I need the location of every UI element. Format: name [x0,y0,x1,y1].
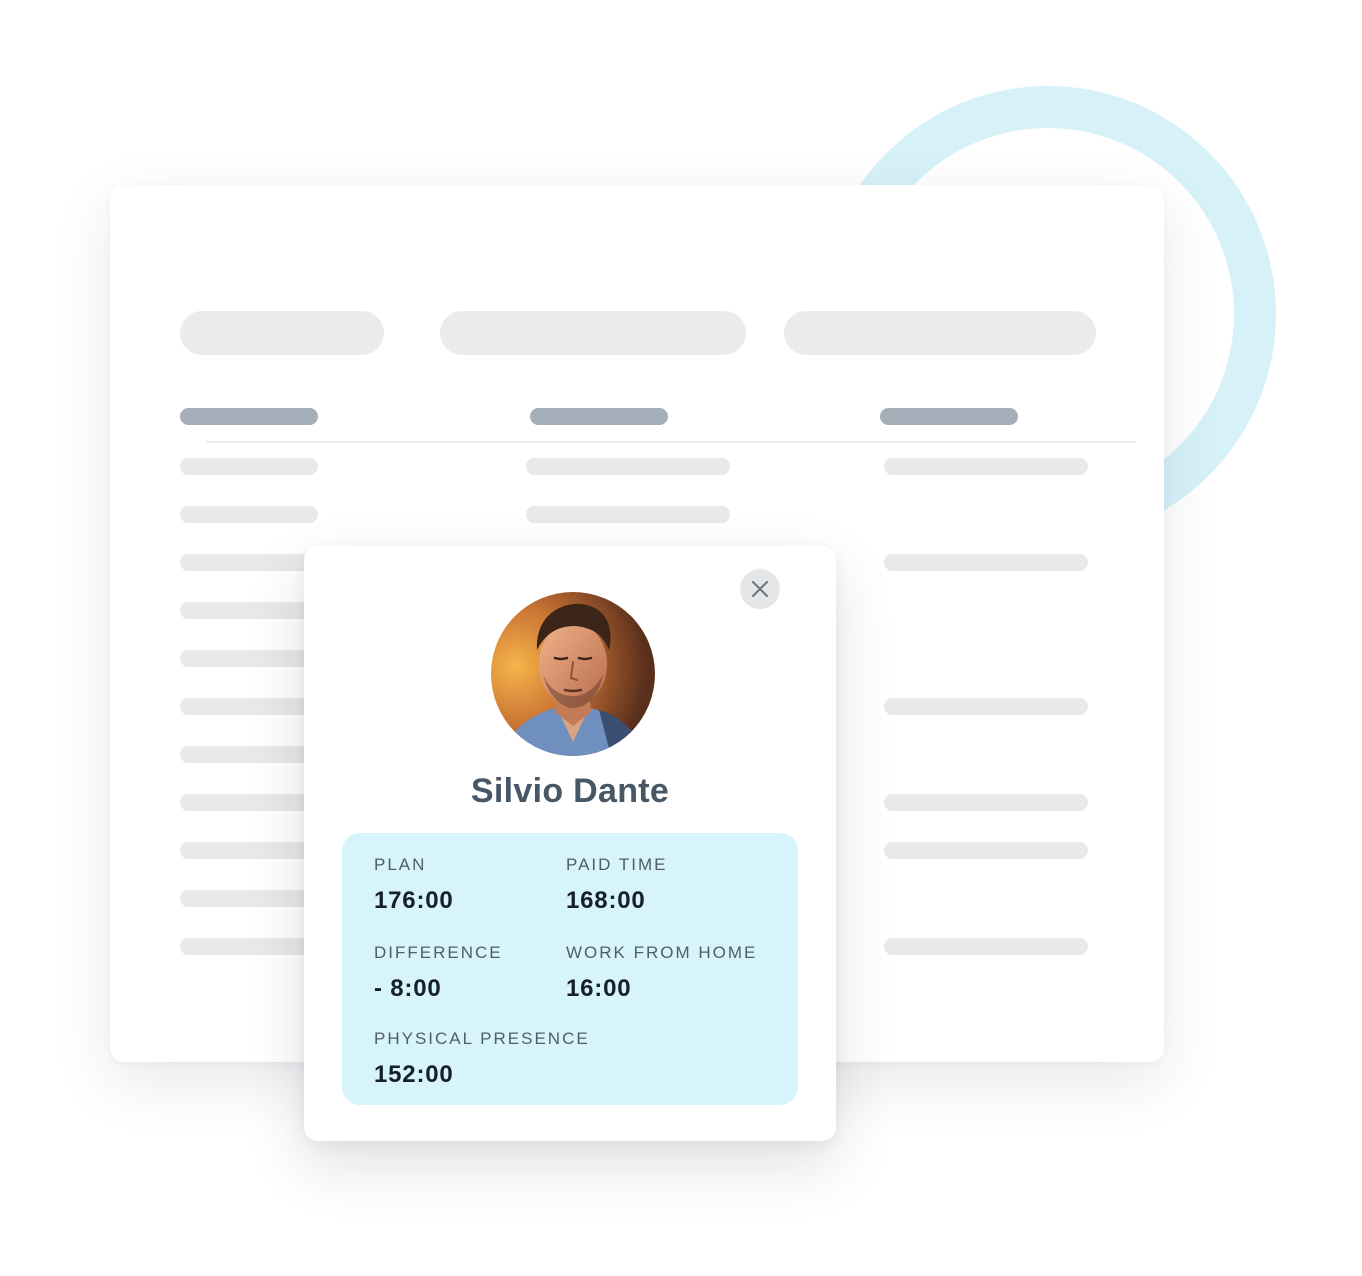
paid-time-value: 168:00 [566,887,646,914]
work-from-home-label: WORK FROM HOME [566,943,758,962]
filter-placeholder [440,311,746,355]
plan-stat: PLAN 176:00 [374,855,454,915]
work-from-home-stat: WORK FROM HOME 16:00 [566,943,757,1003]
table-cell-placeholder [884,698,1088,715]
work-from-home-value: 16:00 [566,975,632,1002]
plan-value: 176:00 [374,887,454,914]
filter-placeholder [180,311,384,355]
close-button[interactable] [740,569,780,609]
plan-label: PLAN [374,855,427,874]
user-photo-icon [491,592,655,756]
table-cell-placeholder [526,506,730,523]
paid-time-label: PAID TIME [566,855,668,874]
table-cell-placeholder [180,602,318,619]
table-cell-placeholder [180,794,318,811]
paid-time-stat: PAID TIME 168:00 [566,855,667,915]
employee-name: Silvio Dante [470,772,670,810]
difference-stat: DIFFERENCE - 8:00 [374,943,503,1003]
table-cell-placeholder [884,794,1088,811]
close-icon [751,580,769,598]
column-header-placeholder [530,408,668,425]
table-cell-placeholder [180,746,318,763]
table-cell-placeholder [180,458,318,475]
physical-presence-value: 152:00 [374,1061,454,1088]
table-cell-placeholder [180,506,318,523]
filter-placeholder [784,311,1096,355]
stage: Silvio Dante PLAN 176:00 PAID TIME 168:0… [0,0,1362,1276]
avatar [491,592,655,756]
employee-detail-popup: Silvio Dante PLAN 176:00 PAID TIME 168:0… [304,546,836,1141]
table-cell-placeholder [180,890,318,907]
table-cell-placeholder [180,842,318,859]
physical-presence-stat: PHYSICAL PRESENCE 152:00 [374,1029,590,1089]
table-cell-placeholder [884,458,1088,475]
table-cell-placeholder [180,554,318,571]
table-divider [206,441,1136,443]
table-cell-placeholder [180,938,318,955]
table-cell-placeholder [180,650,318,667]
time-summary-panel: PLAN 176:00 PAID TIME 168:00 DIFFERENCE … [342,833,798,1105]
table-cell-placeholder [526,458,730,475]
physical-presence-label: PHYSICAL PRESENCE [374,1029,590,1048]
table-cell-placeholder [884,938,1088,955]
table-cell-placeholder [180,698,318,715]
table-cell-placeholder [884,554,1088,571]
table-cell-placeholder [884,842,1088,859]
column-header-placeholder [180,408,318,425]
difference-label: DIFFERENCE [374,943,503,962]
difference-value: - 8:00 [374,975,442,1002]
column-header-placeholder [880,408,1018,425]
